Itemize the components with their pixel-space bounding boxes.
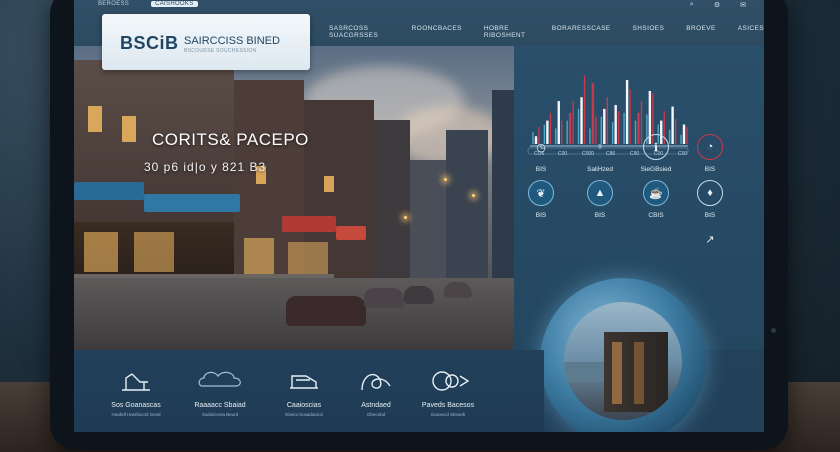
car bbox=[286, 296, 366, 326]
shelf-light bbox=[612, 342, 622, 404]
top-strip-icons: ⌕ ⚙ ✉ bbox=[690, 1, 746, 9]
shelf-light bbox=[634, 342, 644, 404]
dashboard-item[interactable]: ☕ CBIS bbox=[626, 180, 686, 219]
feature-subtitle: Gbeioi Sosadasicci bbox=[284, 412, 324, 417]
feature-title: Astndaed bbox=[361, 402, 391, 409]
dashboard-item[interactable]: ◔ BIS bbox=[680, 134, 740, 173]
feature-subtitle: Hoahdl Hasrbscrdi Gesd bbox=[111, 412, 161, 417]
dashboard-item[interactable]: ❦ BIS bbox=[511, 180, 571, 219]
nav-item[interactable]: SASRCOSS SUACGRSSES bbox=[329, 25, 390, 39]
feature-item[interactable]: Sos Goanascas Hoahdl Hasrbscrdi Gesd bbox=[96, 368, 176, 417]
feature-title: Raaaacc Sbaiad bbox=[194, 402, 246, 409]
logo-tagline: BSCOURSE SOUCHESSION bbox=[184, 48, 257, 54]
nav-item[interactable]: BORARESSCASE bbox=[552, 25, 611, 39]
info-icon: ℹ bbox=[643, 134, 669, 160]
top-strip-item-active[interactable]: CAISHOOKS bbox=[151, 1, 198, 7]
feature-item[interactable]: Caaioscias Gbeioi Sosadasicci bbox=[264, 368, 344, 417]
street-light bbox=[444, 178, 447, 181]
logo-card[interactable]: BSCiB SAIRCCISS BINED BSCOURSE SOUCHESSI… bbox=[102, 14, 310, 70]
feature-title: Sos Goanascas bbox=[111, 402, 161, 409]
search-icon[interactable]: ⌕ bbox=[690, 1, 694, 9]
dashboard-label: SaliHzed bbox=[586, 166, 613, 173]
feature-item[interactable]: Astndaed Gbecebd bbox=[336, 368, 416, 417]
feature-subtitle: Gbecebd bbox=[366, 412, 386, 417]
window bbox=[324, 176, 334, 192]
bed-icon bbox=[290, 375, 318, 389]
dashboard-label: CBIS bbox=[648, 212, 664, 219]
car bbox=[364, 288, 404, 308]
orb-image bbox=[564, 302, 682, 420]
shop-window bbox=[244, 238, 274, 278]
leaf-icon: ❦ bbox=[528, 180, 554, 206]
feature-subtitle: Ssdoiicsrsa Beurd bbox=[201, 412, 239, 417]
camera-dot bbox=[771, 328, 776, 333]
spiral-icon bbox=[361, 373, 391, 391]
awning bbox=[282, 216, 336, 232]
arrow-up-icon: ↗ bbox=[705, 233, 715, 246]
shop-window bbox=[84, 232, 118, 272]
chef-icon: ☕ bbox=[643, 180, 669, 206]
feature-strip: Sos Goanascas Hoahdl Hasrbscrdi Gesd Raa… bbox=[74, 350, 544, 432]
feature-title: Paveds Bacesos bbox=[421, 402, 475, 409]
hero-title: CORITS& PACEPO bbox=[152, 130, 309, 149]
dumbbell-icon bbox=[122, 373, 150, 391]
dashboard-label: SieGBsied bbox=[640, 166, 672, 173]
hero-image: CORITS& PACEPO 30 p6 id|o y 821 B3 bbox=[74, 46, 516, 350]
nav-item[interactable]: HOBRE RIBOSHENT bbox=[484, 25, 530, 39]
nav-item[interactable]: ASICES bbox=[738, 25, 764, 39]
drop-icon: ♦ bbox=[697, 180, 723, 206]
dashboard-label: BIS bbox=[535, 166, 547, 173]
car bbox=[404, 286, 434, 304]
shop-window bbox=[288, 242, 328, 278]
awning bbox=[144, 194, 240, 212]
feature-subtitle: Gaosecd Sbsueb bbox=[430, 412, 466, 417]
tablet-screen: BEROESS CAISHOOKS ⌕ ⚙ ✉ SASRCOSS SUACGRS… bbox=[74, 0, 764, 432]
main-nav: SASRCOSS SUACGRSSES ROONCBACES HOBRE RIB… bbox=[329, 25, 764, 39]
feature-title: Caaioscias bbox=[286, 402, 322, 409]
dashboard-label: BIS bbox=[594, 212, 606, 219]
mountain-icon: ▲ bbox=[587, 180, 613, 206]
dashboard-item[interactable]: ◷ BIS bbox=[511, 134, 571, 174]
gear-icon[interactable]: ⚙ bbox=[714, 1, 720, 9]
dashboard-item[interactable]: ▲ BIS bbox=[570, 180, 630, 219]
awning bbox=[336, 226, 366, 240]
mail-icon[interactable]: ✉ bbox=[740, 1, 746, 9]
dashboard-item[interactable]: ↗ bbox=[680, 226, 740, 252]
shop-window bbox=[134, 232, 174, 272]
awning bbox=[74, 182, 144, 200]
dashboard-label: BIS bbox=[704, 212, 716, 219]
cloud-icon bbox=[198, 371, 241, 387]
water bbox=[564, 362, 604, 382]
car bbox=[444, 282, 472, 298]
bulb-icon: ♀ bbox=[595, 141, 605, 153]
top-strip: BEROESS CAISHOOKS bbox=[98, 1, 198, 7]
tower bbox=[446, 130, 488, 280]
feature-item[interactable]: Raaaacc Sbaiad Ssdoiicsrsa Beurd bbox=[180, 368, 260, 417]
camera-icon bbox=[432, 371, 470, 391]
nav-item[interactable]: SHSIOES bbox=[633, 25, 665, 39]
building bbox=[410, 160, 446, 280]
window bbox=[88, 106, 102, 132]
street-light bbox=[404, 216, 407, 219]
logo-name: SAIRCCISS BINED bbox=[184, 35, 280, 47]
clock-icon: ◷ bbox=[536, 141, 546, 154]
gauge-icon: ◔ bbox=[697, 134, 723, 160]
nav-item[interactable]: BROEVE bbox=[686, 25, 716, 39]
street-light bbox=[472, 194, 475, 197]
dashboard-label: BIS bbox=[535, 212, 547, 219]
dashboard-item[interactable]: ℹ SieGBsied bbox=[626, 134, 686, 173]
hero-subtitle: 30 p6 id|o y 821 B3 bbox=[144, 160, 267, 174]
nav-item[interactable]: ROONCBACES bbox=[412, 25, 462, 39]
window bbox=[122, 116, 136, 142]
dashboard-item[interactable]: ♀ SaliHzed bbox=[570, 134, 630, 173]
orb-button[interactable] bbox=[540, 278, 706, 432]
dashboard-label: BIS bbox=[704, 166, 716, 173]
dashboard-item[interactable]: ♦ BIS bbox=[680, 180, 740, 219]
feature-item[interactable]: Paveds Bacesos Gaosecd Sbsueb bbox=[408, 368, 488, 417]
building bbox=[374, 120, 410, 280]
top-strip-item[interactable]: BEROESS bbox=[98, 1, 129, 7]
logo-mark: BSCiB bbox=[120, 33, 179, 53]
